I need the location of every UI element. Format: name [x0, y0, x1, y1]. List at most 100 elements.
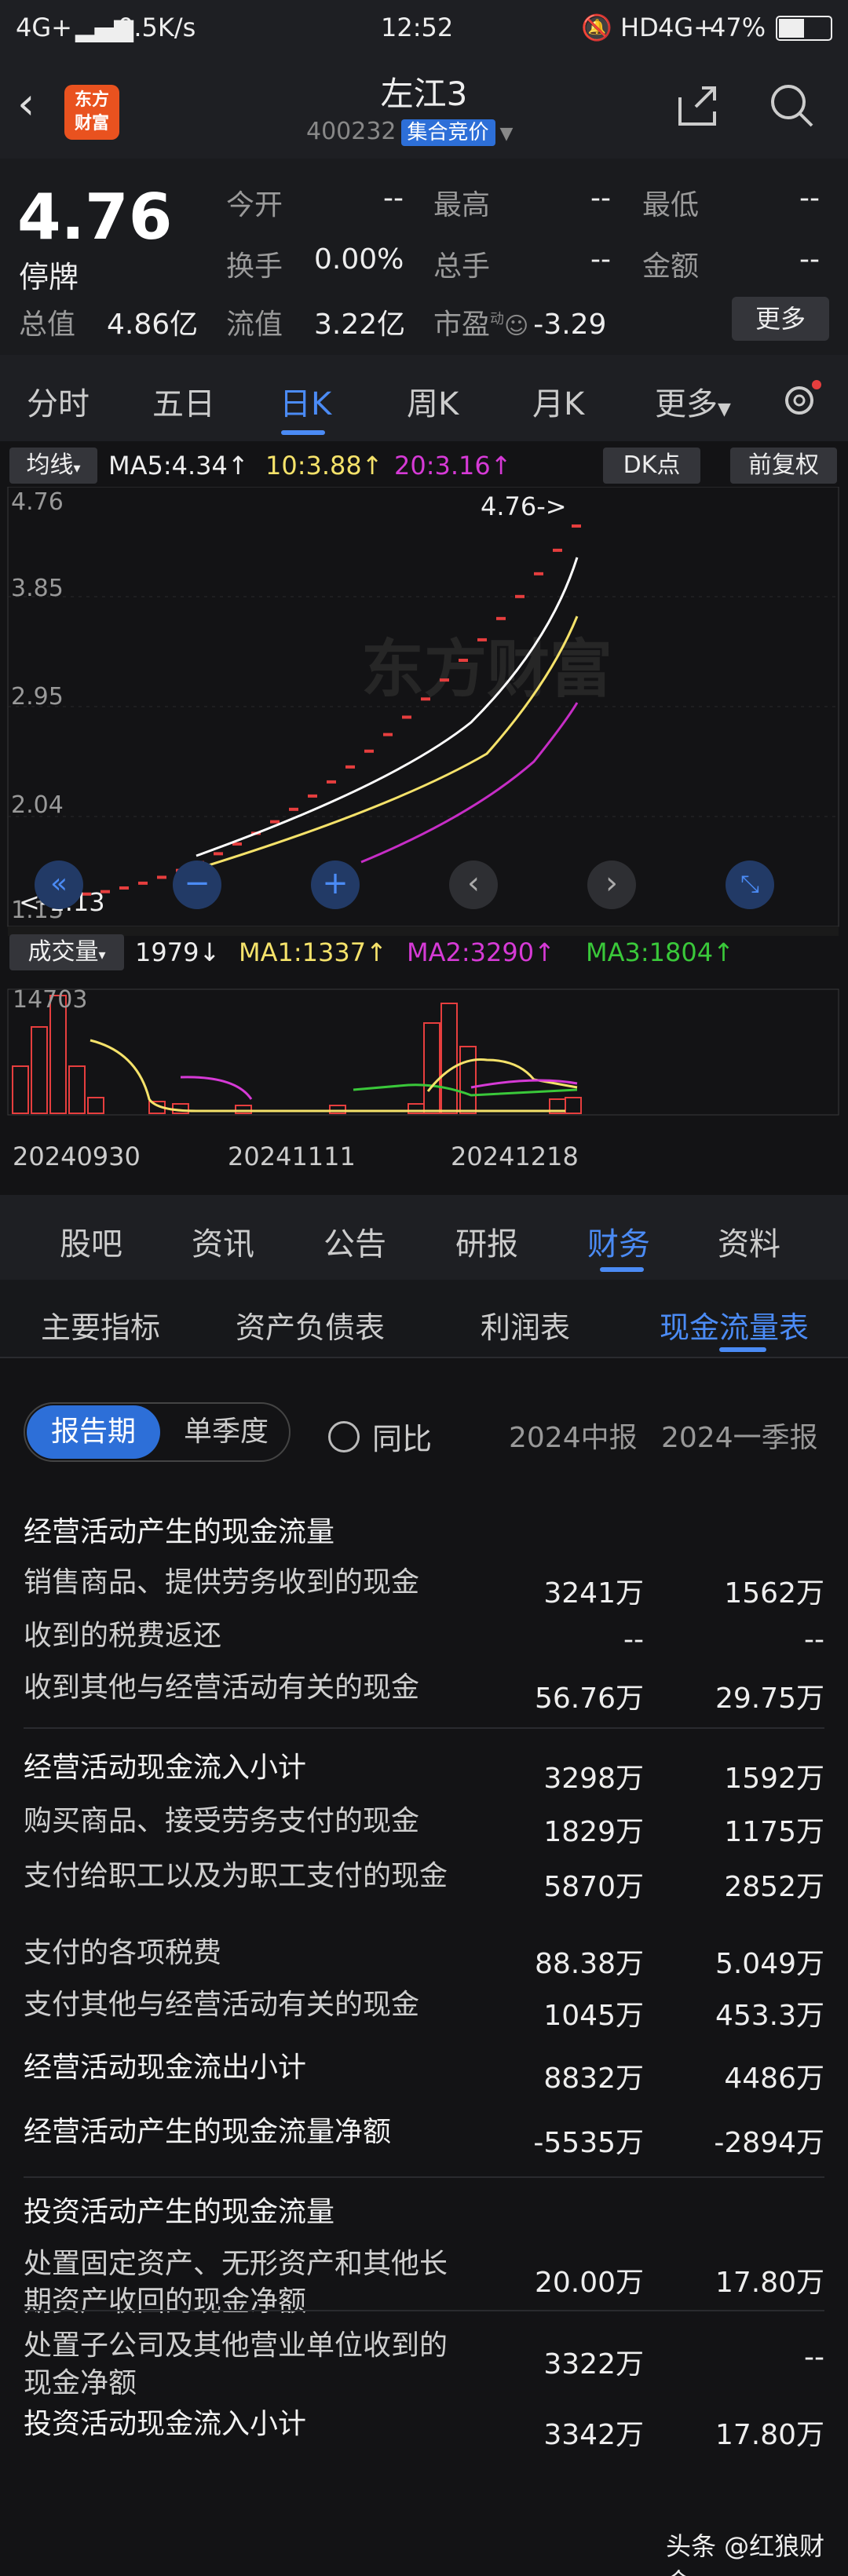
current-price: 4.76 — [17, 181, 173, 254]
row-label: 经营活动现金流出小计 — [24, 2052, 307, 2084]
yoy-radio[interactable] — [328, 1421, 360, 1452]
volume-bar-1 — [31, 1026, 48, 1114]
tab-news[interactable]: 资讯 — [192, 1219, 254, 1264]
ma-selector[interactable]: 均线▾ — [9, 448, 97, 484]
row-label: 投资活动现金流入小计 — [24, 2408, 307, 2440]
zoom-in-icon[interactable]: + — [311, 860, 360, 909]
search-icon[interactable] — [766, 80, 817, 130]
ma20-line — [360, 702, 579, 864]
y-tick: 4.76 — [11, 488, 64, 516]
volume-selector[interactable]: 成交量▾ — [9, 934, 124, 970]
mktcap-value: 4.86亿 — [107, 309, 199, 341]
row-label: 经营活动产生的现金流量 — [24, 1516, 335, 1548]
subtab-key-metrics[interactable]: 主要指标 — [41, 1303, 160, 1346]
row-divider — [24, 1727, 824, 1729]
next-icon[interactable]: › — [587, 860, 636, 909]
more-button[interactable]: 更多 — [732, 297, 829, 341]
row-value-col2: 1592万 — [724, 1763, 824, 1795]
tab-finance[interactable]: 财务 — [587, 1219, 650, 1264]
row-value-col2: 4486万 — [724, 2063, 824, 2095]
row-value-col2: 2852万 — [724, 1871, 824, 1903]
y-tick: 2.04 — [11, 791, 64, 819]
adjust-button[interactable]: 前复权 — [730, 448, 837, 484]
row-value-col1: 56.76万 — [534, 1683, 644, 1715]
tab-timeshare[interactable]: 分时 — [27, 378, 90, 424]
row-value-col2: -- — [804, 1624, 824, 1656]
tab-monthly-k[interactable]: 月K — [532, 378, 584, 424]
row-value-col2: 17.80万 — [715, 2419, 824, 2451]
row-label: 支付的各项税费 — [24, 1937, 222, 1969]
amount-value: -- — [799, 243, 820, 276]
vol-ma3-line — [353, 1083, 578, 1097]
row-label: 支付其他与经营活动有关的现金 — [24, 1989, 420, 2021]
row-value-col1: 1829万 — [543, 1816, 644, 1848]
volume-bar-10 — [423, 1022, 440, 1114]
share-icon[interactable] — [672, 80, 722, 130]
tab-forum[interactable]: 股吧 — [60, 1219, 122, 1264]
dropdown-icon[interactable]: ▼ — [500, 124, 514, 144]
row-value-col2: 1562万 — [724, 1577, 824, 1610]
row-value-col1: 3342万 — [543, 2419, 644, 2451]
fullscreen-icon[interactable]: ⤡ — [726, 860, 774, 909]
row-value-col1: 3322万 — [543, 2348, 644, 2381]
clock: 12:52 — [381, 13, 454, 42]
settings-icon[interactable] — [777, 377, 824, 424]
dropdown-icon: ▼ — [718, 400, 731, 419]
vol-max-label: 14703 — [13, 986, 88, 1014]
tab-more[interactable]: 更多▼ — [655, 378, 731, 424]
cash-flow-table: 报告期 单季度 同比 2024中报 2024一季报 经营活动产生的现金流量 销售商… — [0, 1358, 848, 2576]
volume-bar-4 — [87, 1097, 104, 1114]
tab-profile[interactable]: 资料 — [718, 1219, 780, 1264]
float-item: 流值 — [226, 309, 283, 341]
high-item: 最高 — [433, 189, 491, 221]
y-tick: 2.95 — [11, 683, 64, 711]
low-item: 最低 — [642, 189, 700, 221]
tab-daily-k[interactable]: 日K — [280, 378, 331, 424]
volume-bar-11 — [440, 1003, 458, 1114]
pe-item: 市盈动☺ -3.29 — [433, 309, 607, 341]
subtab-income-statement[interactable]: 利润表 — [481, 1303, 570, 1346]
subtab-cash-flow[interactable]: 现金流量表 — [660, 1303, 809, 1346]
prev-icon[interactable]: ‹ — [449, 860, 498, 909]
volume-value: -- — [590, 243, 611, 276]
tab-research[interactable]: 研报 — [455, 1219, 518, 1264]
mktcap-item: 总值 — [19, 309, 76, 341]
toggle-single-quarter[interactable]: 单季度 — [165, 1405, 287, 1459]
high-value: -- — [590, 182, 611, 214]
period-toggle[interactable]: 报告期 单季度 — [24, 1402, 291, 1462]
vol-ma2-line — [180, 1076, 253, 1100]
row-label: 处置子公司及其他营业单位收到的现金净额 — [24, 2329, 448, 2399]
kline-chart-area: 均线▾ MA5:4.34↑ 10:3.88↑ 20:3.16↑ DK点 前复权 … — [0, 441, 848, 1195]
vol-ma1-line — [90, 1039, 565, 1113]
kline-chart[interactable]: 东方财富 — [0, 487, 848, 1193]
smile-icon: ☺ — [504, 312, 529, 340]
mute-icon: 🔕 — [581, 13, 612, 42]
volume-bar-12 — [459, 1046, 477, 1114]
row-value-col2: 29.75万 — [715, 1683, 824, 1715]
column-header: 2024中报 — [509, 1422, 638, 1454]
row-label: 收到的税费返还 — [24, 1620, 222, 1652]
rewind-icon[interactable]: « — [35, 860, 83, 909]
tab-five-day[interactable]: 五日 — [152, 378, 215, 424]
row-divider — [24, 2310, 824, 2311]
subtab-balance-sheet[interactable]: 资产负债表 — [236, 1303, 385, 1346]
zoom-out-icon[interactable]: − — [173, 860, 221, 909]
turnover-item: 换手 — [226, 250, 283, 283]
toggle-report-period[interactable]: 报告期 — [27, 1405, 160, 1459]
tab-announcements[interactable]: 公告 — [323, 1219, 386, 1264]
chart-watermark: 东方财富 — [361, 633, 612, 706]
row-value-col2: 453.3万 — [715, 2000, 824, 2032]
dk-button[interactable]: DK点 — [603, 448, 700, 484]
vol-ma3-label: MA3:1804↑ — [586, 937, 734, 967]
stock-code: 400232 — [306, 118, 397, 145]
trading-status: 停牌 — [19, 260, 79, 294]
volume-item: 总手 — [433, 250, 491, 283]
tab-weekly-k[interactable]: 周K — [407, 378, 459, 424]
active-tab-indicator — [600, 1267, 644, 1272]
y-tick: 3.85 — [11, 575, 64, 602]
low-value: -- — [799, 182, 820, 214]
period-tabs: 分时 五日 日K 周K 月K 更多▼ — [0, 355, 848, 441]
vol-ma1-label: MA1:1337↑ — [239, 937, 387, 967]
row-value-col1: 3241万 — [543, 1577, 644, 1610]
row-value-col2: 17.80万 — [715, 2267, 824, 2299]
